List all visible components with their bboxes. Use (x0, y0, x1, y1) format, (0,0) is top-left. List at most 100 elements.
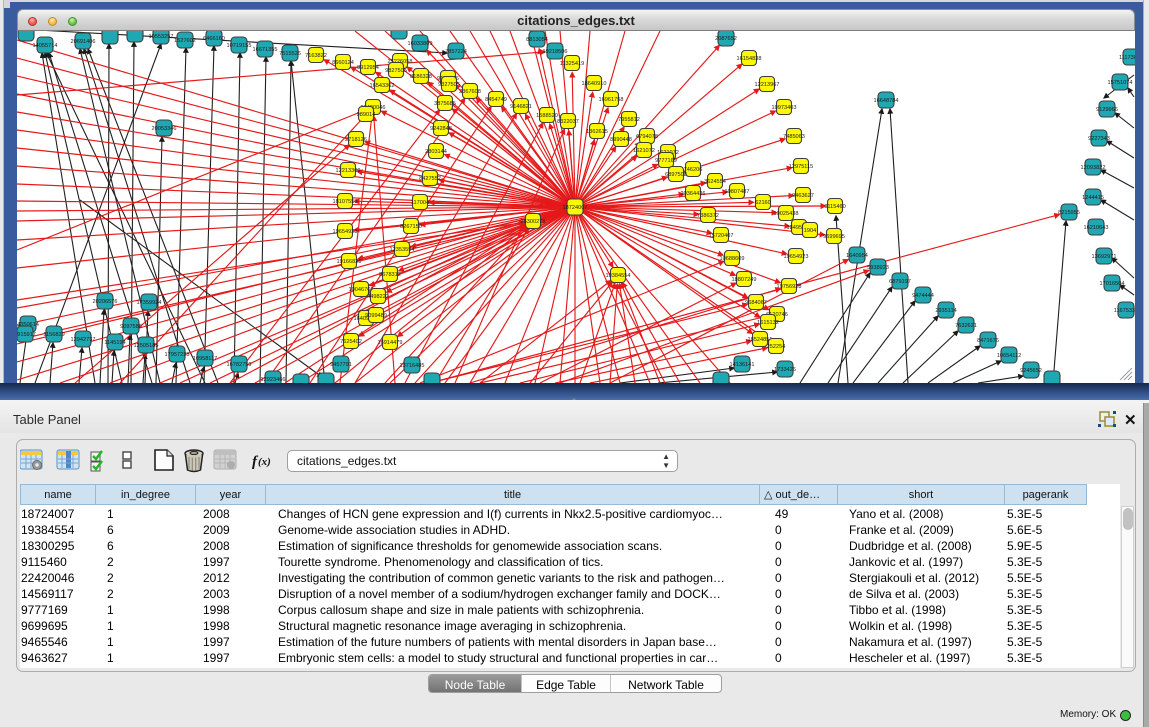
svg-text:8427552: 8427552 (419, 176, 441, 182)
svg-text:16033809: 16033809 (408, 41, 433, 47)
svg-text:6466160: 6466160 (203, 36, 225, 42)
svg-text:8322037: 8322037 (557, 119, 579, 125)
svg-text:8660124: 8660124 (332, 60, 354, 66)
svg-text:10025438: 10025438 (774, 211, 799, 217)
svg-text:11675330: 11675330 (1114, 308, 1135, 314)
svg-text:9245652: 9245652 (1020, 368, 1042, 374)
svg-text:15720407: 15720407 (709, 233, 734, 239)
svg-text:8813054: 8813054 (526, 37, 548, 43)
svg-text:(x): (x) (258, 456, 271, 468)
svg-text:9115460: 9115460 (824, 204, 845, 210)
svg-text:12942737: 12942737 (71, 337, 96, 343)
svg-text:3915917: 3915917 (17, 332, 36, 338)
svg-text:7515526: 7515526 (279, 51, 301, 57)
svg-text:2935114: 2935114 (935, 308, 956, 314)
svg-text:7857224: 7857224 (445, 49, 467, 55)
svg-text:9777169: 9777169 (655, 158, 677, 164)
svg-text:9129966: 9129966 (1096, 107, 1118, 113)
svg-text:11325419: 11325419 (560, 61, 584, 67)
svg-text:16914479: 16914479 (378, 340, 403, 346)
svg-text:2087652: 2087652 (715, 36, 737, 42)
svg-text:1640954: 1640954 (846, 253, 868, 259)
svg-text:19384554: 19384554 (606, 273, 631, 279)
svg-text:9099489: 9099489 (365, 313, 387, 319)
svg-text:15751074: 15751074 (1108, 80, 1133, 86)
svg-text:9699695: 9699695 (823, 234, 845, 240)
svg-text:10719155: 10719155 (227, 43, 252, 49)
svg-text:9097588: 9097588 (120, 324, 142, 330)
svg-text:8471676: 8471676 (977, 338, 999, 344)
svg-text:25300275: 25300275 (521, 219, 546, 225)
svg-text:14136141: 14136141 (730, 362, 755, 368)
svg-text:2803144: 2803144 (425, 149, 447, 155)
svg-text:10553257: 10553257 (149, 34, 174, 40)
svg-text:19166825: 19166825 (337, 259, 362, 265)
svg-text:17957225: 17957225 (165, 352, 190, 358)
svg-text:20691406: 20691406 (71, 39, 96, 45)
svg-text:1733426: 1733426 (774, 367, 796, 373)
svg-text:12093822: 12093822 (1081, 165, 1106, 171)
svg-text:8454749: 8454749 (485, 97, 507, 103)
svg-text:1527602: 1527602 (174, 38, 196, 44)
svg-text:16154838: 16154838 (737, 56, 762, 62)
svg-text:9146821: 9146821 (510, 104, 532, 110)
svg-text:18724007: 18724007 (563, 205, 588, 211)
svg-text:12213967: 12213967 (755, 82, 780, 88)
svg-text:10688609: 10688609 (720, 256, 745, 262)
svg-text:8678312: 8678312 (379, 272, 401, 278)
svg-text:18807249: 18807249 (732, 277, 757, 283)
svg-text:62160: 62160 (755, 200, 771, 206)
svg-text:19218506: 19218506 (543, 49, 568, 55)
svg-text:9327505: 9327505 (438, 82, 460, 88)
svg-text:20206576: 20206576 (93, 299, 118, 305)
svg-text:9242848: 9242848 (430, 126, 452, 132)
svg-text:12353594: 12353594 (390, 247, 415, 253)
svg-text:20053346: 20053346 (152, 126, 177, 132)
svg-text:7955812: 7955812 (618, 117, 640, 123)
svg-text:16543362: 16543362 (370, 83, 395, 89)
svg-text:19654923: 19654923 (333, 229, 358, 235)
svg-text:12975115: 12975115 (789, 164, 813, 170)
svg-text:10973403: 10973403 (772, 105, 797, 111)
svg-text:13692971: 13692971 (1092, 254, 1117, 260)
svg-text:9684067: 9684067 (745, 300, 767, 306)
svg-text:10654112: 10654112 (997, 353, 1021, 359)
svg-text:9457791: 9457791 (330, 362, 352, 368)
svg-text:19756928: 19756928 (777, 284, 802, 290)
svg-text:12505185: 12505185 (134, 343, 159, 349)
svg-text:2718126: 2718126 (345, 137, 367, 143)
svg-text:1615132: 1615132 (757, 320, 779, 326)
svg-text:16782759: 16782759 (227, 362, 252, 368)
svg-text:7632621: 7632621 (955, 323, 977, 329)
svg-text:1156829: 1156829 (43, 332, 64, 338)
svg-text:5938923: 5938923 (867, 265, 889, 271)
svg-text:17016504: 17016504 (1100, 281, 1125, 287)
svg-text:6794078: 6794078 (636, 134, 658, 140)
svg-text:4498222: 4498222 (367, 294, 389, 300)
svg-text:20364436: 20364436 (681, 191, 706, 197)
svg-text:6897508: 6897508 (665, 172, 687, 178)
svg-text:8215955: 8215955 (1058, 210, 1080, 216)
svg-text:3875685: 3875685 (434, 101, 456, 107)
svg-text:1244415: 1244415 (1082, 195, 1104, 201)
svg-text:1145194: 1145194 (104, 340, 125, 346)
svg-text:16671355: 16671355 (253, 47, 278, 53)
svg-text:19654923: 19654923 (784, 254, 809, 260)
svg-text:9463627: 9463627 (792, 193, 814, 199)
svg-text:1588520: 1588520 (536, 113, 558, 119)
svg-text:10046766: 10046766 (349, 287, 374, 293)
svg-text:10807487: 10807487 (725, 189, 750, 195)
svg-text:1362615: 1362615 (586, 129, 608, 135)
svg-text:10958117: 10958117 (193, 356, 217, 362)
svg-text:18107553: 18107553 (333, 199, 358, 205)
svg-text:6879197: 6879197 (889, 279, 911, 285)
svg-text:8990448: 8990448 (610, 137, 632, 143)
svg-text:1904: 1904 (804, 228, 816, 234)
svg-text:1621072: 1621072 (633, 148, 655, 154)
svg-text:16648784: 16648784 (874, 98, 899, 104)
svg-text:8267150: 8267150 (400, 224, 422, 230)
svg-text:8186328: 8186328 (410, 74, 432, 80)
svg-text:7386372: 7386372 (697, 213, 719, 219)
svg-text:3624554: 3624554 (704, 179, 726, 185)
svg-text:989014: 989014 (357, 112, 376, 118)
